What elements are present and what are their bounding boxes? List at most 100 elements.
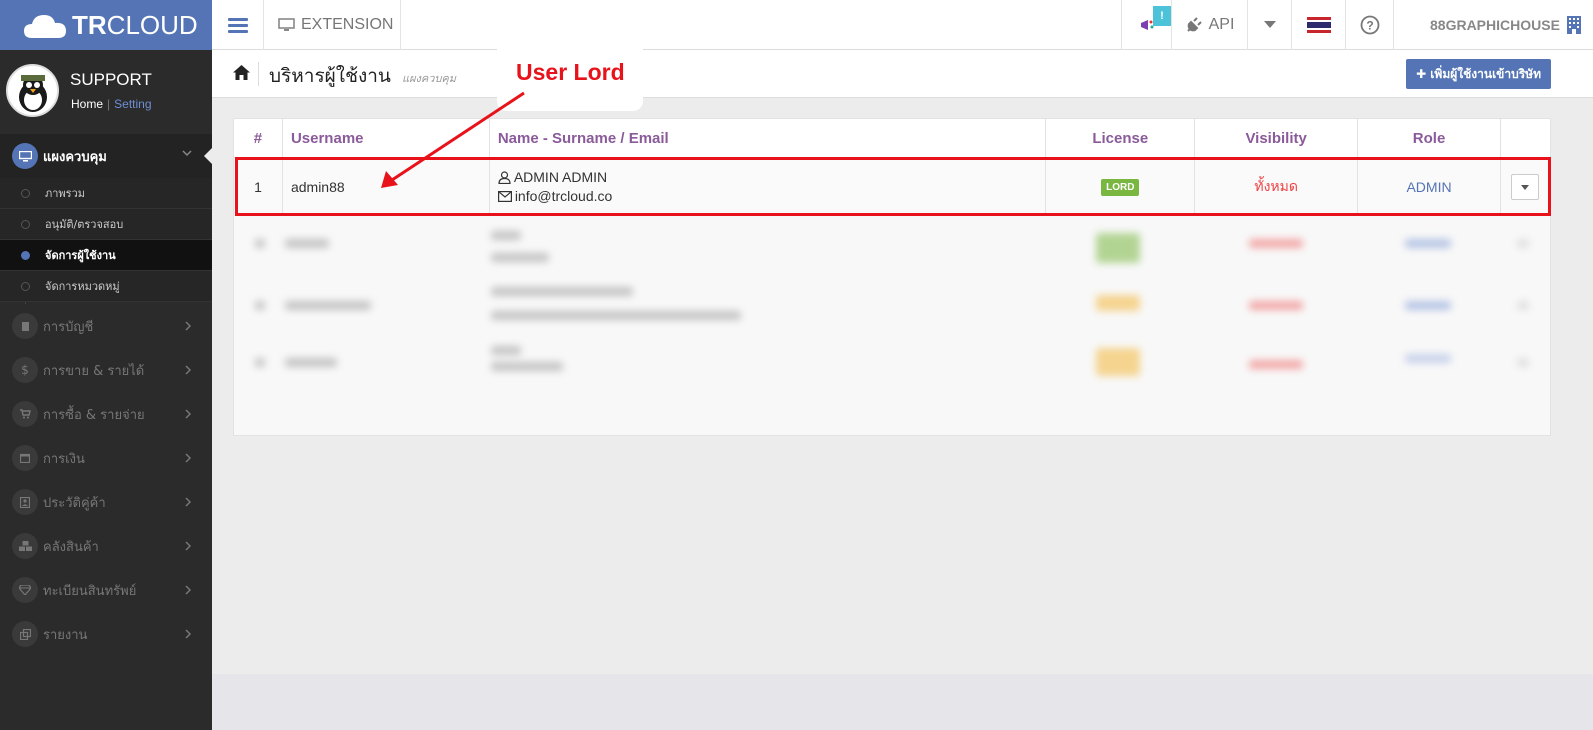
brand-name: TRCLOUD	[72, 9, 198, 40]
dropdown-button[interactable]	[1247, 0, 1291, 50]
col-role: Role	[1357, 118, 1501, 158]
sidebar-sub-approve[interactable]: อนุมัติ/ตรวจสอบ	[0, 209, 212, 240]
home-link[interactable]: Home	[71, 97, 103, 111]
page-subtitle: แผงควบคุม	[402, 72, 457, 85]
envelope-icon	[497, 190, 512, 202]
row-username: admin88	[281, 157, 490, 216]
brand-logo[interactable]: TRCLOUD	[0, 0, 212, 50]
sidebar-sub-label: จัดการหมวดหมู่	[45, 280, 120, 293]
profile-links: Home | Setting	[71, 97, 152, 111]
row-number: 1	[233, 157, 283, 216]
sidebar-item-reports[interactable]: รายงาน	[0, 612, 212, 656]
top-bar: TRCLOUD EXTENSION ! API ? 88GRAPHICHOUSE	[0, 0, 1593, 50]
annotation-label: User Lord	[516, 59, 625, 85]
chevron-right-icon	[185, 629, 192, 639]
row-fullname: ADMIN ADMIN	[513, 168, 608, 185]
user-icon	[498, 171, 511, 184]
extension-label: EXTENSION	[301, 16, 394, 33]
license-badge: LORD	[1101, 179, 1140, 197]
col-username: Username	[281, 118, 490, 158]
add-user-button[interactable]: ✚ เพิ่มผู้ใช้งานเข้าบริษัท	[1406, 59, 1551, 89]
page-title: บริหารผู้ใช้งาน	[269, 65, 391, 87]
sidebar-sub-overview[interactable]: ภาพรวม	[0, 178, 212, 209]
row-name-line: ADMIN ADMIN	[498, 168, 1046, 187]
report-icon	[12, 621, 38, 647]
bullet-icon	[21, 251, 30, 260]
sidebar-item-purchases[interactable]: การซื้อ & รายจ่าย	[0, 392, 212, 436]
visibility-value: ทั้งหมด	[1254, 178, 1298, 195]
page-header: บริหารผู้ใช้งาน แผงควบคุม ✚ เพิ่มผู้ใช้ง…	[212, 50, 1593, 98]
chevron-down-icon	[182, 150, 192, 157]
profile-panel: SUPPORT Home | Setting	[0, 50, 212, 132]
extension-button[interactable]: EXTENSION	[264, 0, 401, 50]
diamond-icon	[12, 577, 38, 603]
cart-icon	[12, 401, 38, 427]
user-menu[interactable]: 88GRAPHICHOUSE	[1393, 0, 1593, 50]
language-button[interactable]	[1291, 0, 1345, 50]
table-row[interactable]: 1 admin88 ADMIN ADMIN info@trcloud.co LO…	[233, 157, 1552, 216]
sidebar-sub-label: อนุมัติ/ตรวจสอบ	[45, 218, 124, 231]
profile-name: SUPPORT	[70, 70, 152, 89]
user-name: 88GRAPHICHOUSE	[1430, 17, 1560, 33]
sidebar-sub-label: ภาพรวม	[45, 187, 86, 200]
role-value[interactable]: ADMIN	[1406, 179, 1451, 195]
row-role: ADMIN	[1357, 157, 1501, 216]
monitor-icon	[12, 143, 38, 169]
menu-toggle-button[interactable]	[212, 0, 264, 50]
chevron-right-icon	[185, 409, 192, 419]
row-email: info@trcloud.co	[514, 187, 613, 204]
sidebar-sub-label: จัดการผู้ใช้งาน	[45, 249, 116, 262]
building-icon	[1566, 16, 1581, 34]
sidebar-sub-manage-users[interactable]: จัดการผู้ใช้งาน	[0, 240, 212, 271]
sidebar-item-contacts[interactable]: ประวัติคู่ค้า	[0, 480, 212, 524]
sidebar-item-label: การขาย & รายได้	[43, 363, 145, 379]
home-icon[interactable]	[232, 64, 251, 81]
bullet-icon	[21, 189, 30, 198]
col-actions	[1499, 118, 1552, 158]
api-label: API	[1208, 16, 1235, 33]
help-icon: ?	[1360, 15, 1379, 35]
row-actions	[1499, 157, 1552, 216]
table-header-row: # Username Name - Surname / Email Licens…	[233, 118, 1552, 158]
sidebar-item-finance[interactable]: การเงิน	[0, 436, 212, 480]
help-button[interactable]: ?	[1345, 0, 1393, 50]
chevron-right-icon	[185, 497, 192, 507]
chevron-right-icon	[185, 365, 192, 375]
sidebar-item-assets[interactable]: ทะเบียนสินทรัพย์	[0, 568, 212, 612]
row-email-line: info@trcloud.co	[497, 187, 1046, 206]
chevron-right-icon	[185, 541, 192, 551]
book-icon	[12, 313, 38, 339]
sidebar-sub-categories[interactable]: จัดการหมวดหมู่	[0, 271, 212, 302]
chevron-right-icon	[185, 321, 192, 331]
sidebar-item-dashboard[interactable]: แผงควบคุม	[0, 134, 212, 178]
sidebar-item-label: ประวัติคู่ค้า	[43, 495, 106, 511]
footer-area	[212, 674, 1593, 730]
sidebar-item-label: แผงควบคุม	[43, 149, 107, 165]
active-notch	[204, 148, 212, 164]
chevron-right-icon	[185, 585, 192, 595]
redacted-row	[233, 225, 1551, 275]
redacted-row	[233, 340, 1551, 390]
thai-flag-icon	[1306, 17, 1331, 33]
notification-button[interactable]: !	[1121, 0, 1171, 50]
row-name-email: ADMIN ADMIN info@trcloud.co	[488, 157, 1047, 216]
menu-icon	[227, 15, 248, 36]
row-license: LORD	[1045, 157, 1196, 216]
sidebar-item-accounting[interactable]: การบัญชี	[0, 304, 212, 348]
dollar-icon: $	[12, 357, 38, 383]
svg-text:?: ?	[1366, 19, 1373, 33]
setting-link[interactable]: Setting	[114, 97, 151, 111]
avatar[interactable]	[6, 64, 59, 117]
col-name-email: Name - Surname / Email	[488, 118, 1047, 158]
col-visibility: Visibility	[1194, 118, 1359, 158]
row-action-dropdown[interactable]	[1511, 173, 1540, 200]
plug-icon	[1186, 17, 1202, 32]
sidebar-item-label: รายงาน	[43, 627, 88, 643]
sidebar-item-sales[interactable]: $ การขาย & รายได้	[0, 348, 212, 392]
caret-down-icon	[1263, 21, 1276, 28]
chevron-right-icon	[185, 453, 192, 463]
cloud-icon	[22, 10, 68, 40]
calendar-icon	[12, 445, 38, 471]
api-button[interactable]: API	[1171, 0, 1247, 50]
sidebar-item-inventory[interactable]: คลังสินค้า	[0, 524, 212, 568]
